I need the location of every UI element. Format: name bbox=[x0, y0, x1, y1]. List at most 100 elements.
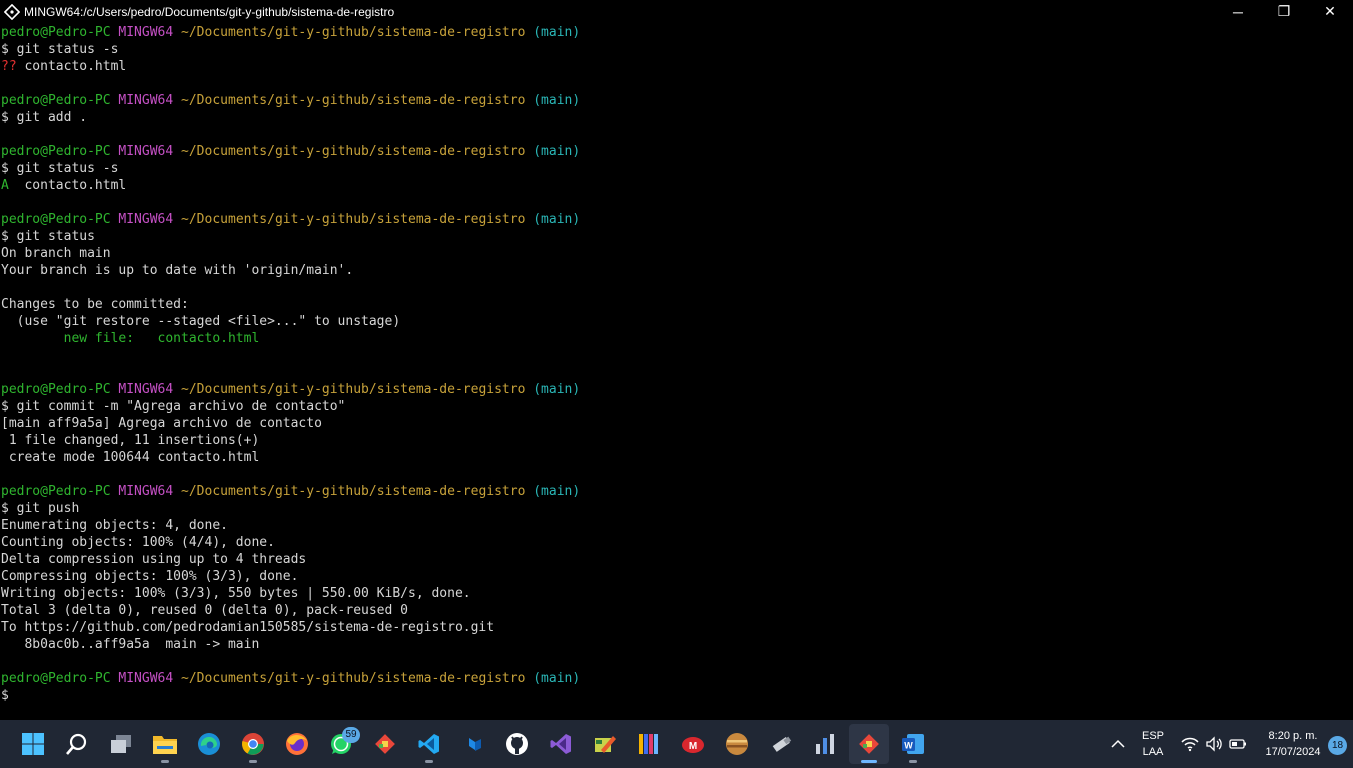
command-line: $ bbox=[1, 687, 1341, 704]
terminal-scrollbar[interactable] bbox=[1342, 23, 1353, 720]
git-bash-button[interactable] bbox=[849, 724, 889, 764]
language-indicator[interactable]: ESP LAA bbox=[1138, 728, 1168, 760]
github-desktop-button[interactable] bbox=[497, 724, 537, 764]
close-button[interactable]: ✕ bbox=[1307, 0, 1353, 23]
folder-icon bbox=[153, 736, 177, 754]
battery-status[interactable] bbox=[1228, 734, 1248, 754]
prompt-user: pedro@Pedro-PC bbox=[1, 484, 111, 499]
prompt-user: pedro@Pedro-PC bbox=[1, 93, 111, 108]
prompt-line: pedro@Pedro-PC MINGW64 ~/Documents/git-y… bbox=[1, 92, 1341, 109]
mega-button[interactable]: M bbox=[673, 724, 713, 764]
output-line: 1 file changed, 11 insertions(+) bbox=[1, 432, 1341, 449]
firefox-icon bbox=[286, 733, 308, 755]
prompt-user: pedro@Pedro-PC bbox=[1, 212, 111, 227]
clock-time: 8:20 p. m. bbox=[1268, 730, 1318, 742]
firefox-button[interactable] bbox=[277, 724, 317, 764]
command-text: $ git status -s bbox=[1, 161, 119, 176]
prompt-system: MINGW64 bbox=[118, 212, 174, 227]
output-line: Delta compression using up to 4 threads bbox=[1, 551, 1341, 568]
prompt-system: MINGW64 bbox=[118, 25, 174, 40]
windows-logo-icon bbox=[22, 733, 44, 755]
output-line: Your branch is up to date with 'origin/m… bbox=[1, 262, 1341, 279]
output-line: Compressing objects: 100% (3/3), done. bbox=[1, 568, 1341, 585]
status-line: A contacto.html bbox=[1, 177, 1341, 194]
speaker-icon bbox=[1206, 736, 1222, 752]
visual-studio-button[interactable] bbox=[541, 724, 581, 764]
draw-app-button[interactable] bbox=[585, 724, 625, 764]
search-button[interactable] bbox=[57, 724, 97, 764]
prompt-path: ~/Documents/git-y-github/sistema-de-regi… bbox=[181, 671, 526, 686]
vs-installer-button[interactable] bbox=[453, 724, 493, 764]
svg-text:M: M bbox=[689, 741, 697, 752]
git-bash-icon bbox=[859, 734, 879, 754]
terminal-output[interactable]: pedro@Pedro-PC MINGW64 ~/Documents/git-y… bbox=[1, 24, 1341, 714]
volume-status[interactable] bbox=[1204, 734, 1224, 754]
game-app-button[interactable] bbox=[717, 724, 757, 764]
output-line: On branch main bbox=[1, 245, 1341, 262]
prompt-line: pedro@Pedro-PC MINGW64 ~/Documents/git-y… bbox=[1, 670, 1341, 687]
mega-icon: M bbox=[682, 737, 704, 753]
prompt-system: MINGW64 bbox=[118, 671, 174, 686]
window-title: MINGW64:/c/Users/pedro/Documents/git-y-g… bbox=[24, 4, 395, 19]
minimize-button[interactable]: ─ bbox=[1215, 0, 1261, 23]
notification-count-badge[interactable]: 18 bbox=[1328, 736, 1347, 755]
git-bash-app-icon bbox=[4, 3, 20, 20]
prompt-user: pedro@Pedro-PC bbox=[1, 382, 111, 397]
task-view-icon bbox=[111, 735, 131, 753]
stats-app-button[interactable] bbox=[805, 724, 845, 764]
command-text: $ git commit -m "Agrega archivo de conta… bbox=[1, 399, 346, 414]
output-text: Compressing objects: 100% (3/3), done. bbox=[1, 569, 299, 584]
output-text: create mode 100644 contacto.html bbox=[1, 450, 260, 465]
status-filename: contacto.html bbox=[16, 59, 127, 74]
search-icon bbox=[66, 733, 87, 755]
output-line: Enumerating objects: 4, done. bbox=[1, 517, 1341, 534]
task-view-button[interactable] bbox=[101, 724, 141, 764]
pencil-paint-icon bbox=[595, 736, 616, 753]
books-app-button[interactable] bbox=[629, 724, 669, 764]
restore-button[interactable]: ❐ bbox=[1261, 0, 1307, 23]
output-text: Counting objects: 100% (4/4), done. bbox=[1, 535, 275, 550]
battery-icon bbox=[1229, 739, 1246, 749]
planet-icon bbox=[726, 733, 748, 755]
output-text: Writing objects: 100% (3/3), 550 bytes |… bbox=[1, 586, 471, 601]
prompt-line: pedro@Pedro-PC MINGW64 ~/Documents/git-y… bbox=[1, 483, 1341, 500]
prompt-path: ~/Documents/git-y-github/sistema-de-regi… bbox=[181, 382, 526, 397]
chrome-button[interactable] bbox=[233, 724, 273, 764]
wifi-status[interactable] bbox=[1180, 734, 1200, 754]
command-text: $ bbox=[1, 688, 9, 703]
prompt-branch: (main) bbox=[533, 25, 581, 40]
word-icon: W bbox=[902, 734, 924, 754]
show-hidden-icons-button[interactable] bbox=[1108, 734, 1128, 754]
prompt-system: MINGW64 bbox=[118, 484, 174, 499]
vscode-icon bbox=[418, 734, 439, 754]
git-gui-button[interactable] bbox=[365, 724, 405, 764]
usb-app-button[interactable] bbox=[761, 724, 801, 764]
prompt-line: pedro@Pedro-PC MINGW64 ~/Documents/git-y… bbox=[1, 143, 1341, 160]
edge-button[interactable] bbox=[189, 724, 229, 764]
output-text: Enumerating objects: 4, done. bbox=[1, 518, 228, 533]
word-button[interactable]: W bbox=[893, 724, 933, 764]
file-explorer-button[interactable] bbox=[145, 724, 185, 764]
command-text: $ git push bbox=[1, 501, 80, 516]
chevron-up-icon bbox=[1111, 739, 1125, 748]
bar-chart-icon bbox=[816, 734, 834, 754]
vscode-button[interactable] bbox=[409, 724, 449, 764]
clock-date: 17/07/2024 bbox=[1265, 746, 1321, 758]
system-clock[interactable]: 8:20 p. m. 17/07/2024 bbox=[1258, 728, 1328, 760]
output-line: Changes to be committed: bbox=[1, 296, 1341, 313]
start-button[interactable] bbox=[13, 724, 53, 764]
staged-file-text: new file: contacto.html bbox=[1, 331, 260, 346]
prompt-system: MINGW64 bbox=[118, 382, 174, 397]
whatsapp-badge: 59 bbox=[342, 727, 360, 743]
whatsapp-button[interactable]: 59 bbox=[321, 724, 361, 764]
edge-icon bbox=[198, 733, 220, 755]
window-titlebar[interactable]: MINGW64:/c/Users/pedro/Documents/git-y-g… bbox=[0, 0, 1353, 23]
command-text: $ git add . bbox=[1, 110, 88, 125]
output-text: (use "git restore --staged <file>..." to… bbox=[1, 314, 401, 329]
prompt-path: ~/Documents/git-y-github/sistema-de-regi… bbox=[181, 212, 526, 227]
